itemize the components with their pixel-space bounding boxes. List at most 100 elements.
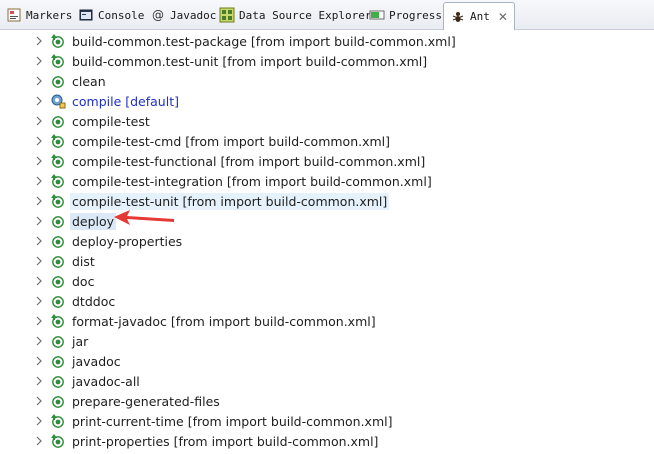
chevron-right-icon[interactable] bbox=[31, 236, 47, 246]
tab-javadoc[interactable]: @ Javadoc bbox=[150, 4, 216, 26]
target-row[interactable]: jar bbox=[0, 331, 90, 351]
target-label: build-common.test-package [from import b… bbox=[72, 33, 456, 49]
target-label: build-common.test-unit [from import buil… bbox=[72, 53, 428, 69]
target-row[interactable]: prepare-generated-files bbox=[0, 391, 222, 411]
chevron-right-icon[interactable] bbox=[31, 176, 47, 186]
chevron-right-icon[interactable] bbox=[31, 36, 47, 46]
chevron-right-icon[interactable] bbox=[31, 396, 47, 406]
target-row[interactable]: deploy-properties bbox=[0, 231, 184, 251]
red-arrow-annotation bbox=[114, 210, 174, 225]
target-row[interactable]: doc bbox=[0, 271, 96, 291]
chevron-right-icon[interactable] bbox=[31, 116, 47, 126]
chevron-right-icon[interactable] bbox=[31, 376, 47, 386]
target-label: javadoc-all bbox=[72, 373, 140, 389]
imported-target-icon bbox=[50, 153, 66, 169]
target-row[interactable]: compile-test-unit [from import build-com… bbox=[0, 191, 390, 211]
chevron-right-icon[interactable] bbox=[31, 256, 47, 266]
target-row[interactable]: dtddoc bbox=[0, 291, 117, 311]
imported-target-icon bbox=[50, 173, 66, 189]
target-row[interactable]: print-properties [from import build-comm… bbox=[0, 431, 380, 451]
target-row[interactable]: compile [default] bbox=[0, 91, 181, 111]
tab-label: Console bbox=[98, 8, 145, 22]
imported-target-icon bbox=[50, 193, 66, 209]
target-icon bbox=[50, 373, 66, 389]
arrow-shaft bbox=[127, 216, 174, 222]
target-label: compile-test-functional [from import bui… bbox=[72, 153, 426, 169]
target-label: compile-test-cmd [from import build-comm… bbox=[72, 133, 391, 149]
target-label: compile [default] bbox=[72, 93, 179, 109]
target-icon bbox=[50, 273, 66, 289]
chevron-right-icon[interactable] bbox=[31, 96, 47, 106]
target-label: compile-test-unit [from import build-com… bbox=[70, 192, 390, 210]
target-label: print-properties [from import build-comm… bbox=[72, 433, 379, 449]
target-row[interactable]: javadoc bbox=[0, 351, 123, 371]
tab-console[interactable]: Console bbox=[78, 4, 144, 26]
target-label: prepare-generated-files bbox=[72, 393, 220, 409]
target-row[interactable]: dist bbox=[0, 251, 97, 271]
ant-icon bbox=[450, 9, 466, 25]
target-row[interactable]: print-current-time [from import build-co… bbox=[0, 411, 394, 431]
target-label: doc bbox=[72, 273, 95, 289]
chevron-right-icon[interactable] bbox=[31, 76, 47, 86]
chevron-right-icon[interactable] bbox=[31, 276, 47, 286]
target-label: jar bbox=[72, 333, 89, 349]
target-row[interactable]: compile-test-cmd [from import build-comm… bbox=[0, 131, 392, 151]
target-row[interactable]: build-common.test-unit [from import buil… bbox=[0, 51, 429, 71]
target-label: dtddoc bbox=[72, 293, 116, 309]
target-icon bbox=[50, 113, 66, 129]
imported-target-icon bbox=[50, 433, 66, 449]
chevron-right-icon[interactable] bbox=[31, 416, 47, 426]
target-label: clean bbox=[72, 73, 106, 89]
target-label: print-current-time [from import build-co… bbox=[72, 413, 393, 429]
target-icon bbox=[50, 353, 66, 369]
target-label: compile-test-integration [from import bu… bbox=[72, 173, 432, 189]
target-icon bbox=[50, 393, 66, 409]
chevron-right-icon[interactable] bbox=[31, 136, 47, 146]
target-label: dist bbox=[72, 253, 95, 269]
target-row[interactable]: clean bbox=[0, 71, 108, 91]
target-icon bbox=[50, 73, 66, 89]
tab-data-source-explorer[interactable]: Data Source Explorer bbox=[219, 4, 371, 26]
target-label: javadoc bbox=[72, 353, 121, 369]
chevron-right-icon[interactable] bbox=[31, 216, 47, 226]
target-row[interactable]: format-javadoc [from import build-common… bbox=[0, 311, 378, 331]
target-label: deploy bbox=[70, 212, 117, 230]
imported-target-icon bbox=[50, 33, 66, 49]
chevron-right-icon[interactable] bbox=[31, 156, 47, 166]
data-source-explorer-icon bbox=[219, 7, 235, 23]
target-row[interactable]: deploy bbox=[0, 211, 117, 231]
progress-icon bbox=[369, 7, 385, 23]
imported-target-icon bbox=[50, 133, 66, 149]
target-icon bbox=[50, 233, 66, 249]
chevron-right-icon[interactable] bbox=[31, 316, 47, 326]
target-icon bbox=[50, 213, 66, 229]
javadoc-icon: @ bbox=[152, 8, 164, 22]
chevron-right-icon[interactable] bbox=[31, 356, 47, 366]
tab-label: Data Source Explorer bbox=[239, 8, 372, 22]
target-row[interactable]: compile-test-functional [from import bui… bbox=[0, 151, 427, 171]
tab-label: Javadoc bbox=[170, 8, 217, 22]
imported-target-icon bbox=[50, 313, 66, 329]
target-row[interactable]: build-common.test-package [from import b… bbox=[0, 31, 458, 51]
console-icon bbox=[78, 7, 94, 23]
close-icon[interactable]: ✕ bbox=[498, 10, 508, 24]
target-icon bbox=[50, 293, 66, 309]
target-row[interactable]: compile-test-integration [from import bu… bbox=[0, 171, 434, 191]
markers-icon bbox=[6, 7, 22, 23]
tab-ant[interactable]: Ant ✕ bbox=[443, 2, 515, 30]
chevron-right-icon[interactable] bbox=[31, 436, 47, 446]
target-icon bbox=[50, 333, 66, 349]
chevron-right-icon[interactable] bbox=[31, 296, 47, 306]
tab-markers[interactable]: Markers bbox=[6, 4, 72, 26]
chevron-right-icon[interactable] bbox=[31, 196, 47, 206]
imported-target-icon bbox=[50, 53, 66, 69]
target-row[interactable]: compile-test bbox=[0, 111, 152, 131]
chevron-right-icon[interactable] bbox=[31, 56, 47, 66]
view-tab-bar: Markers Console @ Javadoc Data Source Ex… bbox=[0, 0, 654, 30]
chevron-right-icon[interactable] bbox=[31, 336, 47, 346]
target-icon bbox=[50, 253, 66, 269]
target-row[interactable]: javadoc-all bbox=[0, 371, 142, 391]
tab-progress[interactable]: Progress bbox=[369, 4, 442, 26]
ant-targets-tree: build-common.test-package [from import b… bbox=[0, 30, 654, 454]
target-label: format-javadoc [from import build-common… bbox=[72, 313, 376, 329]
